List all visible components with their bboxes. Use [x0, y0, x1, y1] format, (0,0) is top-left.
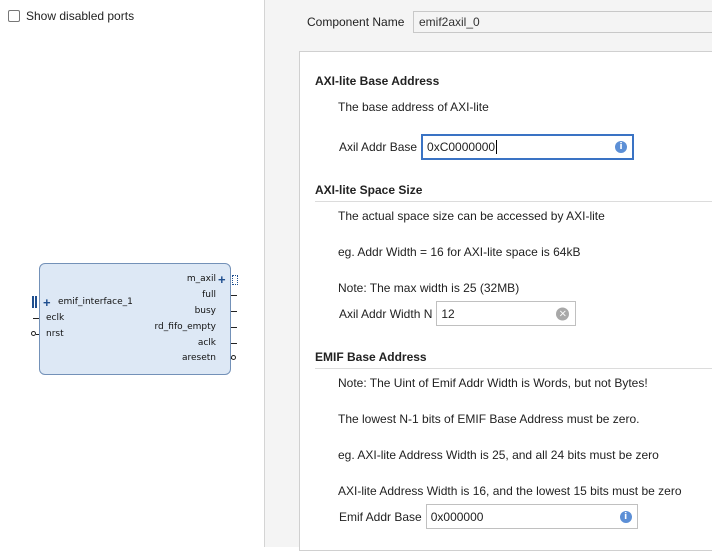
section-title-axi-space: AXI-lite Space Size	[315, 183, 423, 197]
axil-addr-width-input[interactable]: 12 ×	[436, 301, 577, 326]
pin-busy: busy	[194, 306, 216, 316]
axil-addr-width-row: Axil Addr Width N 12 ×	[339, 301, 577, 326]
pin-line-rd-fifo-empty	[231, 327, 237, 328]
pin-eclk: eclk	[46, 313, 65, 323]
emif-base-line4: AXI-lite Address Width is 16, and the lo…	[338, 484, 682, 498]
section-title-emif-base: EMIF Base Address	[315, 350, 427, 364]
pin-full: full	[202, 290, 216, 300]
emif-interface-expand-icon[interactable]: +	[43, 296, 51, 309]
component-name-input[interactable]	[413, 11, 712, 33]
emif-addr-base-value: 0x000000	[430, 509, 484, 524]
diagram-canvas: + m_axil full busy rd_fifo_empty aclk ar…	[0, 0, 264, 547]
info-icon[interactable]: i	[615, 141, 628, 153]
axil-addr-base-input[interactable]: 0xC0000000 i	[421, 134, 635, 160]
axi-base-description: The base address of AXI-lite	[338, 100, 489, 114]
pin-line-busy	[231, 311, 237, 312]
section-title-axi-base: AXI-lite Base Address	[315, 74, 440, 88]
axil-addr-base-label: Axil Addr Base	[339, 140, 418, 154]
m-axil-bus-connector[interactable]	[232, 275, 238, 285]
emif-base-line3: eg. AXI-lite Address Width is 25, and al…	[338, 448, 659, 462]
aresetn-bubble	[231, 355, 236, 360]
axil-addr-base-value: 0xC0000000	[427, 140, 496, 154]
axi-space-line3: Note: The max width is 25 (32MB)	[338, 281, 520, 295]
axi-space-line2: eg. Addr Width = 16 for AXI-lite space i…	[338, 245, 581, 259]
nrst-bubble	[31, 331, 36, 336]
pin-nrst: nrst	[46, 329, 64, 339]
pin-rd-fifo-empty: rd_fifo_empty	[154, 322, 216, 332]
pin-m-axil: m_axil	[186, 274, 216, 284]
emif-base-line2: The lowest N-1 bits of EMIF Base Address…	[338, 412, 640, 426]
text-caret	[496, 140, 498, 154]
emif2axil-ip-block[interactable]: + m_axil full busy rd_fifo_empty aclk ar…	[39, 263, 231, 375]
axil-addr-width-label: Axil Addr Width N	[339, 306, 433, 321]
emif-interface-bus-icon[interactable]	[32, 296, 37, 308]
pin-aclk: aclk	[197, 338, 216, 348]
block-diagram-panel: Show disabled ports + m_axil full busy r…	[0, 0, 265, 547]
clear-icon[interactable]: ×	[556, 307, 570, 320]
axi-space-line1: The actual space size can be accessed by…	[338, 209, 605, 223]
axil-addr-base-row: Axil Addr Base 0xC0000000 i	[339, 134, 635, 160]
emif-addr-base-row: Emif Addr Base 0x000000 i	[339, 504, 638, 529]
info-icon[interactable]: i	[619, 510, 632, 523]
emif-addr-base-label: Emif Addr Base	[339, 509, 422, 524]
component-name-row: Component Name	[307, 11, 712, 33]
pin-line-full	[231, 295, 237, 296]
parameters-box: AXI-lite Base Address The base address o…	[299, 51, 712, 551]
pin-line-aclk	[231, 343, 237, 344]
section-divider	[315, 368, 712, 369]
component-name-label: Component Name	[307, 15, 405, 29]
pin-aresetn: aresetn	[181, 353, 216, 363]
emif-addr-base-input[interactable]: 0x000000 i	[425, 504, 638, 529]
section-divider	[315, 201, 712, 202]
m-axil-expand-icon[interactable]: +	[218, 273, 226, 286]
axil-addr-width-value: 12	[441, 306, 455, 321]
emif-base-line1: Note: The Uint of Emif Addr Width is Wor…	[338, 376, 648, 390]
ip-config-panel: Component Name AXI-lite Base Address The…	[265, 0, 712, 551]
pin-emif-interface-1: emif_interface_1	[58, 297, 133, 307]
